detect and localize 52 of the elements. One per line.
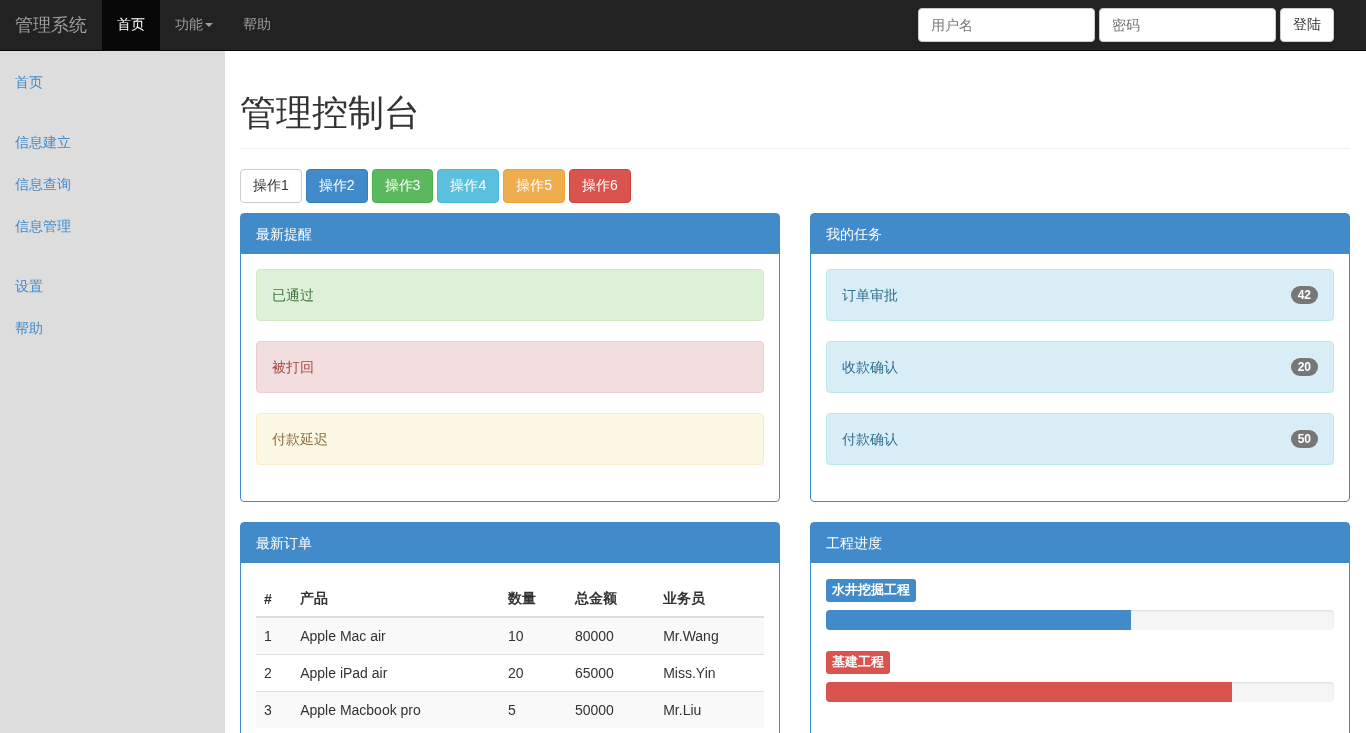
table-cell: Miss.Yin xyxy=(655,654,764,692)
table-cell: 80000 xyxy=(566,617,656,655)
task-item[interactable]: 收款确认 20 xyxy=(826,341,1334,393)
project-label: 基建工程 xyxy=(826,651,890,674)
panel-heading: 工程进度 xyxy=(811,523,1349,563)
username-field[interactable]: 用户名 xyxy=(918,8,1095,42)
count-badge: 42 xyxy=(1290,286,1318,304)
action-button[interactable]: 操作1 xyxy=(240,169,302,203)
sidebar-link[interactable]: 帮助 xyxy=(0,307,225,349)
alert-message: 已通过 xyxy=(256,269,764,321)
nav-tab[interactable]: 功能 xyxy=(160,0,228,50)
table-cell: Mr.Liu xyxy=(655,691,764,728)
table-cell: 1 xyxy=(256,617,293,655)
task-label: 订单审批 xyxy=(842,286,898,305)
count-badge: 50 xyxy=(1290,430,1318,448)
table-cell: 65000 xyxy=(566,654,656,692)
page-title: 管理控制台 xyxy=(240,89,1350,149)
table-cell: Apple Mac air xyxy=(292,617,501,655)
table-cell: 20 xyxy=(500,654,567,692)
table-cell: 10 xyxy=(500,617,567,655)
password-field[interactable]: 密码 xyxy=(1099,8,1276,42)
table-cell: Mr.Wang xyxy=(655,617,764,655)
sidebar-link[interactable]: 设置 xyxy=(0,265,225,307)
nav-tab[interactable]: 帮助 xyxy=(228,0,286,50)
action-button[interactable]: 操作4 xyxy=(437,169,500,203)
sidebar-link[interactable]: 信息建立 xyxy=(0,121,225,163)
login-button[interactable]: 登陆 xyxy=(1280,8,1334,42)
sidebar-link[interactable]: 信息管理 xyxy=(0,205,225,247)
panel-heading: 最新订单 xyxy=(241,523,779,563)
table-cell: Apple Macbook pro xyxy=(292,691,501,728)
brand-title[interactable]: 管理系统 xyxy=(0,0,102,50)
panel-heading: 最新提醒 xyxy=(241,214,779,254)
task-item[interactable]: 付款确认 50 xyxy=(826,413,1334,465)
panel-heading: 我的任务 xyxy=(811,214,1349,254)
alert-message: 付款延迟 xyxy=(256,413,764,465)
task-item[interactable]: 订单审批 42 xyxy=(826,269,1334,321)
action-button[interactable]: 操作3 xyxy=(371,169,434,203)
table-cell: 3 xyxy=(256,691,293,728)
table-cell: 2 xyxy=(256,654,293,692)
sidebar-link[interactable]: 信息查询 xyxy=(0,163,225,205)
action-button[interactable]: 操作2 xyxy=(305,169,368,203)
count-badge: 20 xyxy=(1290,358,1318,376)
table-cell: 50000 xyxy=(566,691,656,728)
task-label: 收款确认 xyxy=(842,358,898,377)
action-button[interactable]: 操作6 xyxy=(569,169,631,203)
alert-message: 被打回 xyxy=(256,341,764,393)
task-label: 付款确认 xyxy=(842,430,898,449)
project-label: 水井挖掘工程 xyxy=(826,579,916,602)
table-cell: Apple iPad air xyxy=(292,654,501,692)
table-cell: 5 xyxy=(500,691,567,728)
nav-tab[interactable]: 首页 xyxy=(102,0,160,50)
sidebar-link[interactable]: 首页 xyxy=(0,61,225,103)
